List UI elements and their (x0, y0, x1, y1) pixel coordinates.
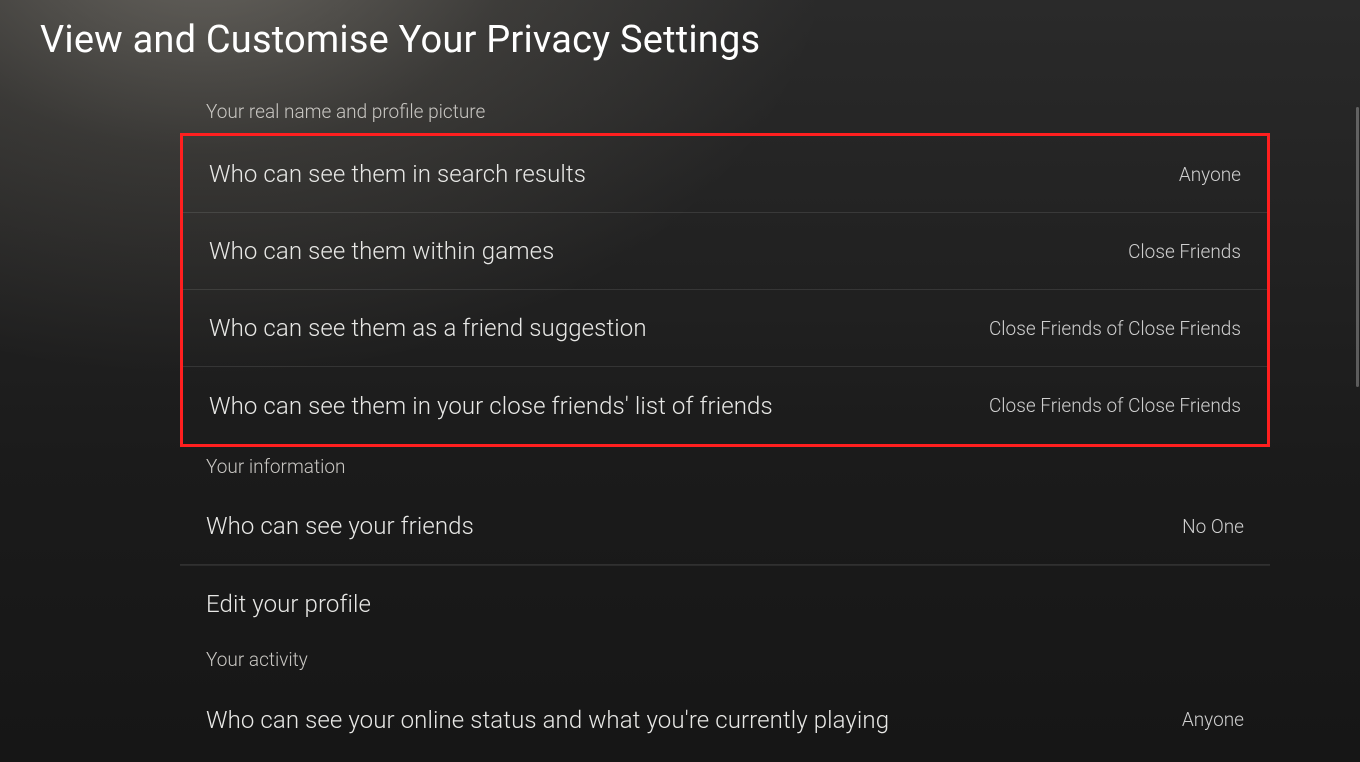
row-see-in-games[interactable]: Who can see them within games Close Frie… (183, 213, 1267, 290)
row-value: Close Friends (1128, 240, 1241, 263)
privacy-settings-screen: View and Customise Your Privacy Settings… (0, 0, 1360, 762)
highlighted-group: Who can see them in search results Anyon… (180, 133, 1270, 447)
section-header-your-activity: Your activity (180, 642, 1270, 681)
row-value: Anyone (1179, 163, 1241, 186)
section-header-your-information: Your information (180, 449, 1270, 488)
row-who-can-see-friends[interactable]: Who can see your friends No One (180, 488, 1270, 565)
row-online-status[interactable]: Who can see your online status and what … (180, 681, 1270, 758)
row-label: Who can see them in your close friends' … (209, 392, 773, 420)
row-see-as-suggestion[interactable]: Who can see them as a friend suggestion … (183, 290, 1267, 367)
row-value: No One (1182, 515, 1244, 538)
row-value: Close Friends of Close Friends (989, 394, 1241, 417)
row-edit-profile[interactable]: Edit your profile (180, 565, 1270, 642)
row-label: Who can see them as a friend suggestion (209, 314, 647, 342)
row-label: Edit your profile (206, 590, 371, 618)
row-see-in-search[interactable]: Who can see them in search results Anyon… (183, 136, 1267, 213)
row-label: Who can see your online status and what … (206, 706, 889, 734)
row-label: Who can see them in search results (209, 160, 586, 188)
row-value: Close Friends of Close Friends (989, 317, 1241, 340)
section-header-real-name: Your real name and profile picture (180, 100, 1270, 133)
page-title: View and Customise Your Privacy Settings (40, 18, 760, 62)
row-label: Who can see your friends (206, 512, 474, 540)
scrollbar-thumb[interactable] (1356, 107, 1359, 387)
row-see-in-close-friends-list[interactable]: Who can see them in your close friends' … (183, 367, 1267, 444)
row-label: Who can see them within games (209, 237, 554, 265)
settings-content: Your real name and profile picture Who c… (180, 100, 1270, 758)
row-value: Anyone (1182, 708, 1244, 731)
